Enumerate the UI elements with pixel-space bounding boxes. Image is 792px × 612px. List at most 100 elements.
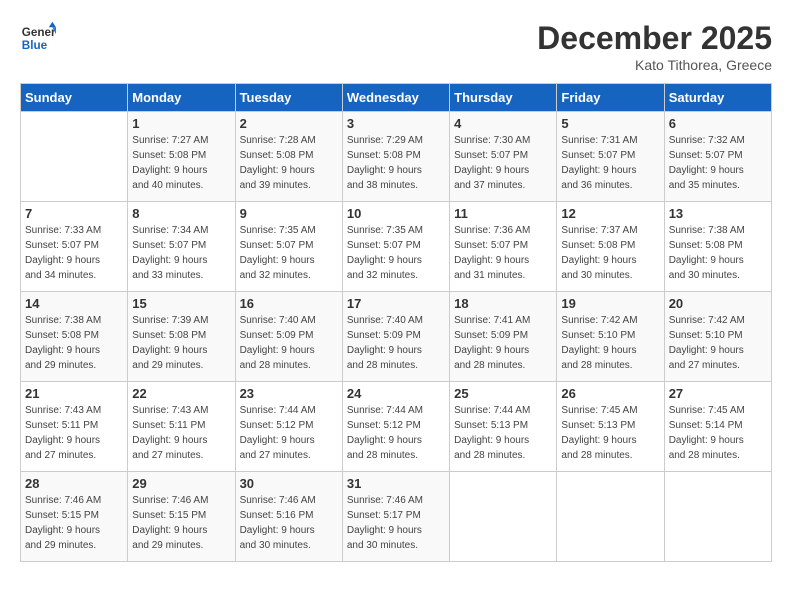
day-cell: 18 Sunrise: 7:41 AM Sunset: 5:09 PM Dayli…	[450, 292, 557, 382]
day-number: 5	[561, 116, 659, 131]
page-header: General Blue December 2025 Kato Tithorea…	[20, 20, 772, 73]
day-number: 31	[347, 476, 445, 491]
day-info: Sunrise: 7:30 AM Sunset: 5:07 PM Dayligh…	[454, 133, 552, 193]
day-number: 19	[561, 296, 659, 311]
day-cell: 25 Sunrise: 7:44 AM Sunset: 5:13 PM Dayli…	[450, 382, 557, 472]
day-cell: 6 Sunrise: 7:32 AM Sunset: 5:07 PM Daylig…	[664, 112, 771, 202]
day-cell: 9 Sunrise: 7:35 AM Sunset: 5:07 PM Daylig…	[235, 202, 342, 292]
day-info: Sunrise: 7:44 AM Sunset: 5:13 PM Dayligh…	[454, 403, 552, 463]
day-number: 6	[669, 116, 767, 131]
day-info: Sunrise: 7:31 AM Sunset: 5:07 PM Dayligh…	[561, 133, 659, 193]
day-number: 14	[25, 296, 123, 311]
day-info: Sunrise: 7:43 AM Sunset: 5:11 PM Dayligh…	[132, 403, 230, 463]
day-cell	[557, 472, 664, 562]
day-number: 25	[454, 386, 552, 401]
day-info: Sunrise: 7:28 AM Sunset: 5:08 PM Dayligh…	[240, 133, 338, 193]
day-number: 2	[240, 116, 338, 131]
day-number: 12	[561, 206, 659, 221]
day-info: Sunrise: 7:43 AM Sunset: 5:11 PM Dayligh…	[25, 403, 123, 463]
day-number: 16	[240, 296, 338, 311]
day-info: Sunrise: 7:40 AM Sunset: 5:09 PM Dayligh…	[347, 313, 445, 373]
day-info: Sunrise: 7:39 AM Sunset: 5:08 PM Dayligh…	[132, 313, 230, 373]
header-cell-sunday: Sunday	[21, 84, 128, 112]
week-row-4: 21Sunrise: 7:43 AM Sunset: 5:11 PM Dayli…	[21, 382, 772, 472]
day-number: 27	[669, 386, 767, 401]
day-cell: 19 Sunrise: 7:42 AM Sunset: 5:10 PM Dayli…	[557, 292, 664, 382]
week-row-3: 14 Sunrise: 7:38 AM Sunset: 5:08 PM Dayli…	[21, 292, 772, 382]
day-cell: 20 Sunrise: 7:42 AM Sunset: 5:10 PM Dayli…	[664, 292, 771, 382]
day-cell: 16Sunrise: 7:40 AM Sunset: 5:09 PM Dayli…	[235, 292, 342, 382]
month-title: December 2025	[537, 20, 772, 57]
day-info: Sunrise: 7:37 AM Sunset: 5:08 PM Dayligh…	[561, 223, 659, 283]
day-info: Sunrise: 7:38 AM Sunset: 5:08 PM Dayligh…	[25, 313, 123, 373]
day-cell: 5 Sunrise: 7:31 AM Sunset: 5:07 PM Daylig…	[557, 112, 664, 202]
day-number: 9	[240, 206, 338, 221]
header-cell-wednesday: Wednesday	[342, 84, 449, 112]
day-number: 26	[561, 386, 659, 401]
day-number: 10	[347, 206, 445, 221]
day-info: Sunrise: 7:41 AM Sunset: 5:09 PM Dayligh…	[454, 313, 552, 373]
day-cell: 14 Sunrise: 7:38 AM Sunset: 5:08 PM Dayli…	[21, 292, 128, 382]
day-info: Sunrise: 7:33 AM Sunset: 5:07 PM Dayligh…	[25, 223, 123, 283]
day-info: Sunrise: 7:46 AM Sunset: 5:16 PM Dayligh…	[240, 493, 338, 553]
day-number: 28	[25, 476, 123, 491]
day-cell: 30 Sunrise: 7:46 AM Sunset: 5:16 PM Dayli…	[235, 472, 342, 562]
day-info: Sunrise: 7:46 AM Sunset: 5:15 PM Dayligh…	[132, 493, 230, 553]
day-info: Sunrise: 7:44 AM Sunset: 5:12 PM Dayligh…	[240, 403, 338, 463]
header-cell-tuesday: Tuesday	[235, 84, 342, 112]
day-cell: 3Sunrise: 7:29 AM Sunset: 5:08 PM Daylig…	[342, 112, 449, 202]
day-cell: 2 Sunrise: 7:28 AM Sunset: 5:08 PM Daylig…	[235, 112, 342, 202]
day-cell: 28 Sunrise: 7:46 AM Sunset: 5:15 PM Dayli…	[21, 472, 128, 562]
day-cell: 15 Sunrise: 7:39 AM Sunset: 5:08 PM Dayli…	[128, 292, 235, 382]
week-row-1: 1 Sunrise: 7:27 AM Sunset: 5:08 PM Daylig…	[21, 112, 772, 202]
day-cell: 22Sunrise: 7:43 AM Sunset: 5:11 PM Dayli…	[128, 382, 235, 472]
day-cell: 11Sunrise: 7:36 AM Sunset: 5:07 PM Dayli…	[450, 202, 557, 292]
day-cell: 21Sunrise: 7:43 AM Sunset: 5:11 PM Dayli…	[21, 382, 128, 472]
day-info: Sunrise: 7:42 AM Sunset: 5:10 PM Dayligh…	[561, 313, 659, 373]
day-cell: 12 Sunrise: 7:37 AM Sunset: 5:08 PM Dayli…	[557, 202, 664, 292]
svg-text:Blue: Blue	[22, 39, 48, 52]
day-cell: 13 Sunrise: 7:38 AM Sunset: 5:08 PM Dayli…	[664, 202, 771, 292]
day-number: 30	[240, 476, 338, 491]
header-cell-friday: Friday	[557, 84, 664, 112]
day-number: 29	[132, 476, 230, 491]
day-cell: 27 Sunrise: 7:45 AM Sunset: 5:14 PM Dayli…	[664, 382, 771, 472]
day-cell	[664, 472, 771, 562]
day-info: Sunrise: 7:29 AM Sunset: 5:08 PM Dayligh…	[347, 133, 445, 193]
title-block: December 2025 Kato Tithorea, Greece	[537, 20, 772, 73]
day-number: 7	[25, 206, 123, 221]
day-cell: 7 Sunrise: 7:33 AM Sunset: 5:07 PM Daylig…	[21, 202, 128, 292]
day-number: 20	[669, 296, 767, 311]
header-row: SundayMondayTuesdayWednesdayThursdayFrid…	[21, 84, 772, 112]
day-number: 17	[347, 296, 445, 311]
svg-text:General: General	[22, 26, 56, 39]
day-info: Sunrise: 7:46 AM Sunset: 5:17 PM Dayligh…	[347, 493, 445, 553]
day-cell	[450, 472, 557, 562]
day-cell: 17 Sunrise: 7:40 AM Sunset: 5:09 PM Dayli…	[342, 292, 449, 382]
day-number: 18	[454, 296, 552, 311]
day-cell: 23 Sunrise: 7:44 AM Sunset: 5:12 PM Dayli…	[235, 382, 342, 472]
day-number: 1	[132, 116, 230, 131]
logo-icon: General Blue	[20, 20, 56, 56]
day-number: 13	[669, 206, 767, 221]
day-info: Sunrise: 7:45 AM Sunset: 5:13 PM Dayligh…	[561, 403, 659, 463]
day-number: 15	[132, 296, 230, 311]
day-info: Sunrise: 7:44 AM Sunset: 5:12 PM Dayligh…	[347, 403, 445, 463]
day-cell: 31 Sunrise: 7:46 AM Sunset: 5:17 PM Dayli…	[342, 472, 449, 562]
header-cell-saturday: Saturday	[664, 84, 771, 112]
day-cell: 29 Sunrise: 7:46 AM Sunset: 5:15 PM Dayli…	[128, 472, 235, 562]
day-info: Sunrise: 7:27 AM Sunset: 5:08 PM Dayligh…	[132, 133, 230, 193]
day-info: Sunrise: 7:45 AM Sunset: 5:14 PM Dayligh…	[669, 403, 767, 463]
header-cell-monday: Monday	[128, 84, 235, 112]
day-info: Sunrise: 7:42 AM Sunset: 5:10 PM Dayligh…	[669, 313, 767, 373]
day-info: Sunrise: 7:35 AM Sunset: 5:07 PM Dayligh…	[347, 223, 445, 283]
day-info: Sunrise: 7:35 AM Sunset: 5:07 PM Dayligh…	[240, 223, 338, 283]
day-info: Sunrise: 7:34 AM Sunset: 5:07 PM Dayligh…	[132, 223, 230, 283]
day-cell: 8Sunrise: 7:34 AM Sunset: 5:07 PM Daylig…	[128, 202, 235, 292]
day-number: 11	[454, 206, 552, 221]
day-number: 23	[240, 386, 338, 401]
day-info: Sunrise: 7:38 AM Sunset: 5:08 PM Dayligh…	[669, 223, 767, 283]
day-info: Sunrise: 7:46 AM Sunset: 5:15 PM Dayligh…	[25, 493, 123, 553]
day-cell	[21, 112, 128, 202]
day-info: Sunrise: 7:32 AM Sunset: 5:07 PM Dayligh…	[669, 133, 767, 193]
